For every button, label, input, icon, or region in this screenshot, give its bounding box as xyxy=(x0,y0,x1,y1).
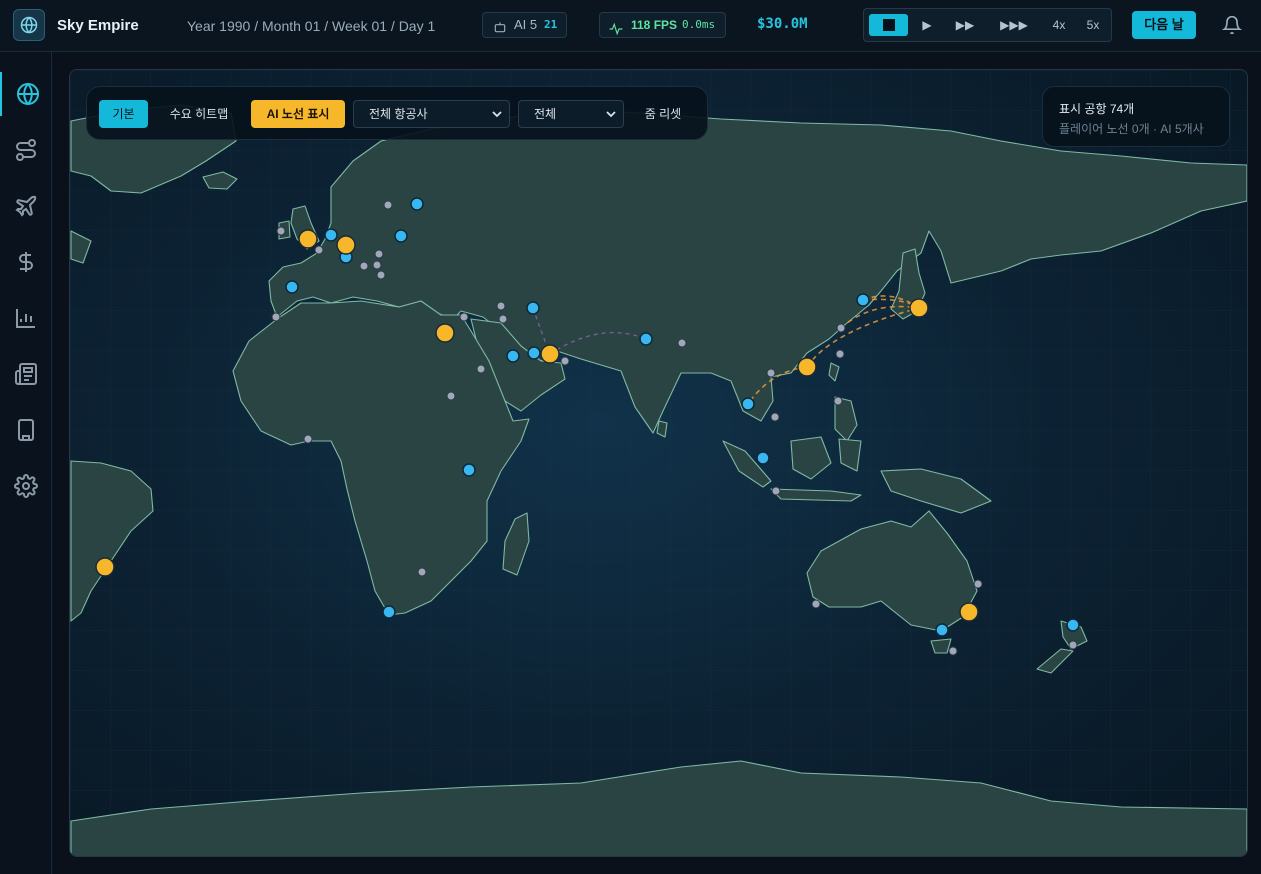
speed-3-button[interactable]: ▶▶▶ xyxy=(992,14,1036,36)
airline-filter-value: 전체 항공사 xyxy=(369,107,428,121)
plane-icon xyxy=(15,195,37,217)
chevron-down-icon xyxy=(606,111,616,118)
dollar-icon xyxy=(19,252,33,272)
sidebar-item-map[interactable] xyxy=(0,72,54,116)
scope-filter-select[interactable]: 전체 xyxy=(518,100,624,128)
sidebar-item-finance[interactable] xyxy=(0,240,52,284)
frame-ms: 0.0ms xyxy=(682,18,716,31)
speed-5x-button[interactable]: 5x xyxy=(1078,14,1108,36)
robot-icon xyxy=(493,18,507,42)
scope-filter-value: 전체 xyxy=(534,107,557,121)
chart-icon xyxy=(16,309,35,328)
play-button[interactable]: ▶ xyxy=(916,14,938,36)
sidebar-item-news[interactable] xyxy=(0,352,52,396)
map-info-panel: 표시 공항 74개 플레이어 노선 0개 · AI 5개사 xyxy=(1042,86,1230,147)
sidebar-item-fleet[interactable] xyxy=(0,184,52,228)
sidebar xyxy=(0,52,52,874)
bell-icon[interactable] xyxy=(1221,15,1243,40)
world-map[interactable] xyxy=(69,69,1248,857)
speed-4x-button[interactable]: 4x xyxy=(1044,14,1074,36)
fps-value: 118 FPS xyxy=(631,18,678,32)
sidebar-item-settings[interactable] xyxy=(0,464,52,508)
ai-count: 21 xyxy=(544,18,558,31)
route-summary: 플레이어 노선 0개 · AI 5개사 xyxy=(1059,122,1204,136)
sidebar-item-company[interactable] xyxy=(0,408,52,452)
building-icon xyxy=(18,419,34,441)
globe-icon xyxy=(17,83,39,105)
airline-filter-select[interactable]: 전체 항공사 xyxy=(353,100,510,128)
speed-2-button[interactable]: ▶▶ xyxy=(948,14,982,36)
ai-label: AI 5 xyxy=(514,17,538,32)
news-icon xyxy=(15,363,37,385)
fps-status: 118 FPS 0.0ms xyxy=(599,12,726,38)
map-controls: 기본 수요 히트맵 AI 노선 표시 전체 항공사 전체 줌 리셋 xyxy=(86,86,708,140)
pause-button[interactable] xyxy=(869,14,908,36)
ai-routes-toggle[interactable]: AI 노선 표시 xyxy=(251,100,345,128)
globe-logo-icon xyxy=(13,9,45,41)
airport-count: 표시 공항 74개 xyxy=(1059,102,1135,116)
basic-mode-button[interactable]: 기본 xyxy=(99,100,148,128)
zoom-reset-button[interactable]: 줌 리셋 xyxy=(631,100,695,128)
top-bar: Sky Empire Year 1990 / Month 01 / Week 0… xyxy=(0,0,1261,52)
game-date: Year 1990 / Month 01 / Week 01 / Day 1 xyxy=(187,18,436,34)
next-day-button[interactable]: 다음 날 xyxy=(1132,11,1196,39)
sidebar-item-routes[interactable] xyxy=(0,128,52,172)
cash-balance: $30.0M xyxy=(757,16,808,32)
chevron-down-icon xyxy=(492,111,502,118)
gear-icon xyxy=(14,474,38,498)
activity-icon xyxy=(609,19,623,43)
speed-controls: ▶ ▶▶ ▶▶▶ 4x 5x xyxy=(863,8,1112,42)
heatmap-button[interactable]: 수요 히트맵 xyxy=(159,100,239,128)
app-title: Sky Empire xyxy=(57,17,139,34)
world-map-canvas[interactable] xyxy=(70,70,1248,857)
routes-icon xyxy=(16,139,36,161)
ai-status[interactable]: AI 5 21 xyxy=(482,12,567,38)
sidebar-item-stats[interactable] xyxy=(0,296,52,340)
